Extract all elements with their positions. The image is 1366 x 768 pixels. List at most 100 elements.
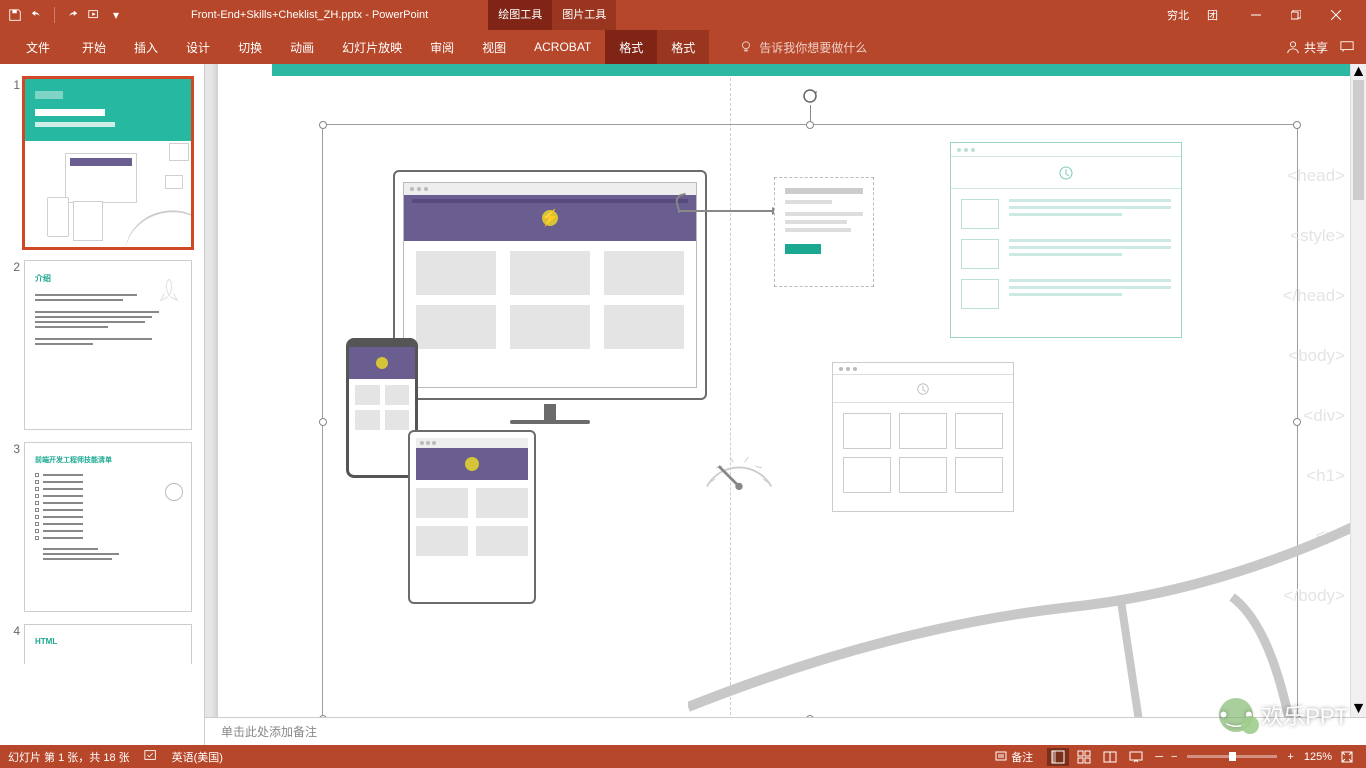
vertical-scrollbar[interactable]: ▲ ▼ (1350, 64, 1366, 717)
titlebar: ▾ Front-End+Skills+Cheklist_ZH.pptx - Po… (0, 0, 1366, 30)
share-label: 共享 (1304, 39, 1328, 56)
zoom-level[interactable]: 125% (1304, 751, 1332, 763)
lightning-icon (465, 457, 479, 471)
slide-counter[interactable]: 幻灯片 第 1 张，共 18 张 (8, 749, 130, 765)
reading-view-icon[interactable] (1099, 748, 1121, 766)
rocket-icon (155, 275, 183, 307)
document-title: Front-End+Skills+Cheklist_ZH.pptx - Powe… (191, 9, 428, 21)
resize-handle[interactable] (319, 715, 327, 717)
wireframe-list[interactable] (950, 142, 1182, 338)
slide-canvas[interactable]: ⚡ (218, 64, 1353, 717)
resize-handle[interactable] (806, 121, 814, 129)
logo-icon (1058, 165, 1074, 181)
redo-icon[interactable] (65, 8, 79, 22)
slide-sorter-view-icon[interactable] (1073, 748, 1095, 766)
tab-home[interactable]: 开始 (68, 30, 120, 64)
statusbar: 幻灯片 第 1 张，共 18 张 英语(美国) 备注 ─ − + 125% (0, 745, 1366, 768)
thumb-title: 前端开发工程师技能清单 (35, 455, 181, 465)
slide-number: 4 (6, 624, 24, 664)
slide-number: 3 (6, 442, 24, 612)
slide-thumb-3[interactable]: 前端开发工程师技能清单 (24, 442, 192, 612)
scroll-thumb[interactable] (1353, 80, 1364, 200)
lightning-icon: ⚡ (542, 210, 558, 226)
picture-tools-tab-header: 图片工具 (552, 0, 616, 30)
ribbon-tabs: 文件 开始 插入 设计 切换 动画 幻灯片放映 审阅 视图 ACROBAT 格式… (0, 30, 1366, 64)
undo-icon[interactable] (30, 8, 44, 22)
resize-handle[interactable] (806, 715, 814, 717)
tab-design[interactable]: 设计 (172, 30, 224, 64)
tab-acrobat[interactable]: ACROBAT (520, 30, 605, 64)
wireframe-grid[interactable] (832, 362, 1014, 512)
scroll-up-icon[interactable]: ▲ (1351, 64, 1366, 80)
tab-review[interactable]: 审阅 (416, 30, 468, 64)
share-button[interactable]: 共享 (1286, 39, 1328, 56)
comments-pane-icon[interactable] (1340, 40, 1354, 54)
lightbulb-icon (739, 40, 753, 54)
desktop-mockup[interactable]: ⚡ (393, 170, 707, 400)
notes-placeholder: 单击此处添加备注 (221, 723, 317, 740)
tag: </body> (1283, 566, 1345, 626)
slide-thumbnails-panel[interactable]: 1 2 介绍 (0, 64, 205, 745)
tag: <p> (1283, 506, 1345, 566)
slide-editor: ⚡ (205, 64, 1366, 745)
code-tags: <head> <style> </head> <body> <div> <h1>… (1283, 146, 1345, 626)
user-name[interactable]: 穷北 (1167, 7, 1189, 23)
tab-file[interactable]: 文件 (8, 30, 68, 64)
slide-thumb-1[interactable] (24, 78, 192, 248)
scroll-down-icon[interactable]: ▼ (1351, 701, 1366, 717)
arrow-connector (678, 210, 778, 212)
tab-transitions[interactable]: 切换 (224, 30, 276, 64)
person-icon (1286, 40, 1300, 54)
zoom-slider[interactable] (1187, 755, 1277, 758)
tag: <head> (1283, 146, 1345, 206)
tablet-mockup[interactable] (408, 430, 536, 604)
slide-number: 1 (6, 78, 24, 248)
compass-icon (165, 483, 183, 501)
minimize-button[interactable] (1236, 0, 1276, 30)
tab-view[interactable]: 视图 (468, 30, 520, 64)
close-button[interactable] (1316, 0, 1356, 30)
tab-insert[interactable]: 插入 (120, 30, 172, 64)
notes-toggle[interactable]: 备注 (995, 749, 1033, 765)
tell-me-search[interactable]: 告诉我你想要做什么 (739, 39, 867, 56)
spellcheck-icon[interactable] (144, 748, 158, 765)
tag: <style> (1283, 206, 1345, 266)
tab-slideshow[interactable]: 幻灯片放映 (328, 30, 416, 64)
qat-dropdown-icon[interactable]: ▾ (109, 8, 123, 22)
slide-thumb-4[interactable]: HTML (24, 624, 192, 664)
zoom-in-icon[interactable]: + (1287, 751, 1293, 763)
form-panel[interactable] (774, 177, 874, 287)
logo-icon (916, 382, 930, 396)
slideshow-view-icon[interactable] (1125, 748, 1147, 766)
restore-button[interactable] (1276, 0, 1316, 30)
rotate-handle[interactable] (801, 87, 819, 105)
zoom-out-icon[interactable]: − (1171, 751, 1177, 763)
fit-to-window-icon[interactable] (1336, 748, 1358, 766)
decor-bar (272, 64, 1353, 76)
resize-handle[interactable] (319, 418, 327, 426)
watermark: •‿• 欢乐PPT (1219, 698, 1348, 732)
language-status[interactable]: 英语(美国) (172, 749, 223, 765)
slide-thumb-2[interactable]: 介绍 (24, 260, 192, 430)
watermark-icon: •‿• (1219, 698, 1253, 732)
lightning-icon (376, 357, 388, 369)
tag: <body> (1283, 326, 1345, 386)
tell-me-placeholder: 告诉我你想要做什么 (759, 39, 867, 56)
thumb-title: HTML (35, 637, 181, 646)
watermark-text: 欢乐PPT (1261, 699, 1348, 731)
resize-handle[interactable] (1293, 121, 1301, 129)
ribbon-display-options-icon[interactable]: 团 (1207, 7, 1218, 23)
gauge-icon (693, 422, 785, 514)
tab-drawing-format[interactable]: 格式 (605, 30, 657, 64)
normal-view-icon[interactable] (1047, 748, 1069, 766)
tag: </head> (1283, 266, 1345, 326)
tab-animations[interactable]: 动画 (276, 30, 328, 64)
drawing-tools-tab-header: 绘图工具 (488, 0, 552, 30)
tab-picture-format[interactable]: 格式 (657, 30, 709, 64)
start-from-beginning-icon[interactable] (87, 8, 101, 22)
tag: <h1> (1283, 446, 1345, 506)
save-icon[interactable] (8, 8, 22, 22)
resize-handle[interactable] (319, 121, 327, 129)
slide-number: 2 (6, 260, 24, 430)
notes-pane[interactable]: 单击此处添加备注 (205, 717, 1366, 745)
